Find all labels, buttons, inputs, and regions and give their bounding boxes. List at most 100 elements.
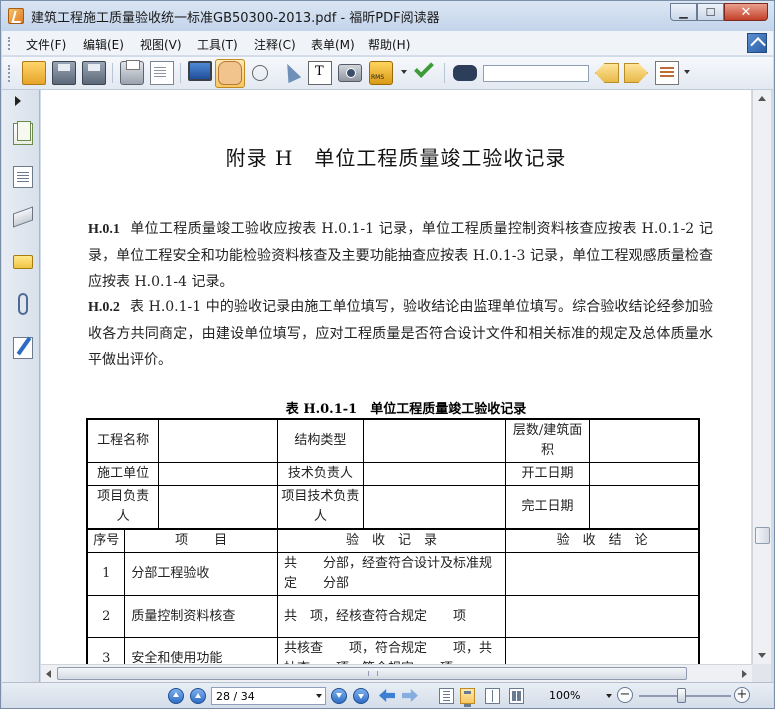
forward-arrow-icon[interactable]	[402, 689, 418, 702]
back-arrow-icon[interactable]	[379, 689, 395, 702]
scroll-up-arrow-icon[interactable]	[758, 96, 766, 101]
save-all-icon[interactable]	[82, 61, 106, 85]
table-row: 3 安全和使用功能 共核查 项，符合规定 项，共抽查 项，符合规定 项	[86, 637, 700, 664]
rms-dropdown-icon[interactable]	[401, 70, 407, 74]
paragraph-text: 单位工程质量竣工验收应按表 H.0.1-1 记录，单位工程质量控制资料核查应按表…	[88, 221, 713, 290]
fullscreen-monitor-icon[interactable]	[188, 61, 212, 81]
first-page-icon[interactable]	[168, 688, 184, 704]
foxit-app-icon	[8, 8, 24, 24]
zoom-select-icon[interactable]	[252, 65, 268, 81]
table-cell: 层数/建筑面积	[505, 418, 590, 463]
table-cell	[588, 462, 700, 486]
table-cell	[362, 462, 507, 486]
zoom-dropdown-icon[interactable]	[606, 694, 612, 698]
menu-comments[interactable]: 注释(C)	[254, 36, 296, 53]
document-list-icon[interactable]	[655, 61, 679, 85]
toolbar-grip-handle[interactable]	[8, 65, 10, 82]
page-dropdown-icon[interactable]	[316, 694, 322, 698]
scroll-down-arrow-icon[interactable]	[758, 653, 766, 658]
table-cell: 质量控制资料核查	[124, 595, 278, 638]
table-cell	[505, 637, 700, 664]
bookmarks-panel-icon[interactable]	[13, 166, 33, 188]
table-header-row: 序号 项 目 验 收 记 录 验 收 结 论	[86, 528, 700, 553]
zoom-slider-thumb[interactable]	[677, 688, 686, 703]
menu-help[interactable]: 帮助(H)	[368, 36, 410, 53]
sign-check-icon[interactable]	[414, 58, 434, 78]
print-icon[interactable]	[120, 60, 144, 85]
find-previous-icon[interactable]	[595, 63, 619, 83]
snapshot-camera-icon[interactable]	[338, 64, 362, 82]
document-list-dropdown-icon[interactable]	[684, 70, 690, 74]
table-header-cell: 序号	[86, 528, 126, 553]
single-page-view-icon[interactable]	[439, 688, 454, 704]
comments-panel-icon[interactable]	[13, 255, 33, 269]
page-number-input[interactable]: 28 / 34	[211, 687, 326, 705]
text-select-icon[interactable]	[308, 61, 332, 85]
horizontal-scroll-thumb[interactable]	[57, 667, 687, 680]
table-cell: 工程名称	[86, 418, 160, 463]
continuous-view-icon[interactable]	[460, 688, 475, 707]
table-cell: 共核查 项，符合规定 项，共抽查 项，符合规定 项	[276, 637, 507, 664]
table-cell: 项目技术负责人	[276, 485, 364, 530]
title-bar: 建筑工程施工质量验收统一标准GB50300-2013.pdf - 福昕PDF阅读…	[1, 1, 774, 31]
table-row: 施工单位 技术负责人 开工日期	[86, 462, 700, 486]
menu-tools[interactable]: 工具(T)	[197, 36, 238, 53]
table-row: 1 分部工程验收 共 分部，经查符合设计及标准规定 分部	[86, 552, 700, 596]
save-icon[interactable]	[52, 61, 76, 85]
menu-file[interactable]: 文件(F)	[26, 36, 66, 53]
toolbar-divider	[444, 63, 445, 83]
zoom-in-icon[interactable]: +	[734, 687, 750, 703]
find-next-icon[interactable]	[624, 63, 648, 83]
status-bar: 28 / 34 100% − +	[2, 682, 773, 708]
clause-number: H.0.1	[88, 222, 120, 237]
table-cell: 技术负责人	[276, 462, 364, 486]
next-page-icon[interactable]	[331, 688, 347, 704]
menu-view[interactable]: 视图(V)	[140, 36, 182, 53]
previous-page-icon[interactable]	[190, 688, 206, 704]
properties-icon[interactable]	[150, 61, 174, 85]
select-arrow-icon[interactable]	[280, 60, 302, 84]
continuous-facing-view-icon[interactable]	[509, 688, 524, 704]
minimize-button[interactable]: ▁	[670, 3, 697, 21]
maximize-button[interactable]: ☐	[697, 3, 724, 21]
vertical-scrollbar[interactable]	[752, 90, 771, 664]
table-row: 工程名称 结构类型 层数/建筑面积	[86, 418, 700, 463]
table-row: 2 质量控制资料核查 共 项，经核查符合规定 项	[86, 595, 700, 638]
scroll-left-arrow-icon[interactable]	[46, 670, 51, 678]
open-folder-icon[interactable]	[22, 61, 46, 85]
table-cell: 完工日期	[505, 485, 590, 530]
toolbar-divider	[180, 63, 181, 83]
vertical-scroll-thumb[interactable]	[755, 527, 770, 544]
table-cell: 施工单位	[86, 462, 160, 486]
table-cell: 3	[86, 637, 126, 664]
attachments-clip-icon[interactable]	[18, 293, 28, 315]
table-cell: 分部工程验收	[124, 552, 278, 596]
facing-view-icon[interactable]	[485, 688, 500, 704]
restore-layout-icon[interactable]	[747, 33, 767, 53]
table-row: 项目负责人 项目技术负责人 完工日期	[86, 485, 700, 530]
rms-lock-icon[interactable]	[369, 61, 393, 85]
table-cell: 1	[86, 552, 126, 596]
hand-tool-icon[interactable]	[218, 61, 242, 85]
layers-panel-icon[interactable]	[13, 206, 33, 228]
table-cell	[362, 485, 507, 530]
signatures-panel-icon[interactable]	[13, 337, 33, 359]
zoom-level[interactable]: 100%	[549, 689, 580, 702]
table-cell: 项目负责人	[86, 485, 160, 530]
menu-forms[interactable]: 表单(M)	[311, 36, 355, 53]
search-input[interactable]	[483, 65, 589, 82]
scroll-right-arrow-icon[interactable]	[742, 670, 747, 678]
find-binoculars-icon[interactable]	[453, 65, 477, 81]
paragraph-h02: H.0.2 表 H.0.1-1 中的验收记录由施工单位填写，验收结论由监理单位填写…	[88, 294, 713, 373]
last-page-icon[interactable]	[353, 688, 369, 704]
pages-panel-icon[interactable]	[13, 121, 33, 145]
zoom-out-icon[interactable]: −	[617, 687, 633, 703]
menu-grip-handle[interactable]	[8, 37, 10, 50]
document-page[interactable]: 附录 H 单位工程质量竣工验收记录 H.0.1 单位工程质量竣工验收应按表 H.0…	[41, 90, 751, 664]
table-cell	[505, 595, 700, 638]
horizontal-scrollbar[interactable]	[41, 664, 752, 682]
menu-edit[interactable]: 编辑(E)	[83, 36, 124, 53]
close-button[interactable]: ✕	[724, 3, 768, 21]
page-number-value: 28 / 34	[216, 690, 255, 703]
sidebar-expand-icon[interactable]	[15, 96, 21, 106]
